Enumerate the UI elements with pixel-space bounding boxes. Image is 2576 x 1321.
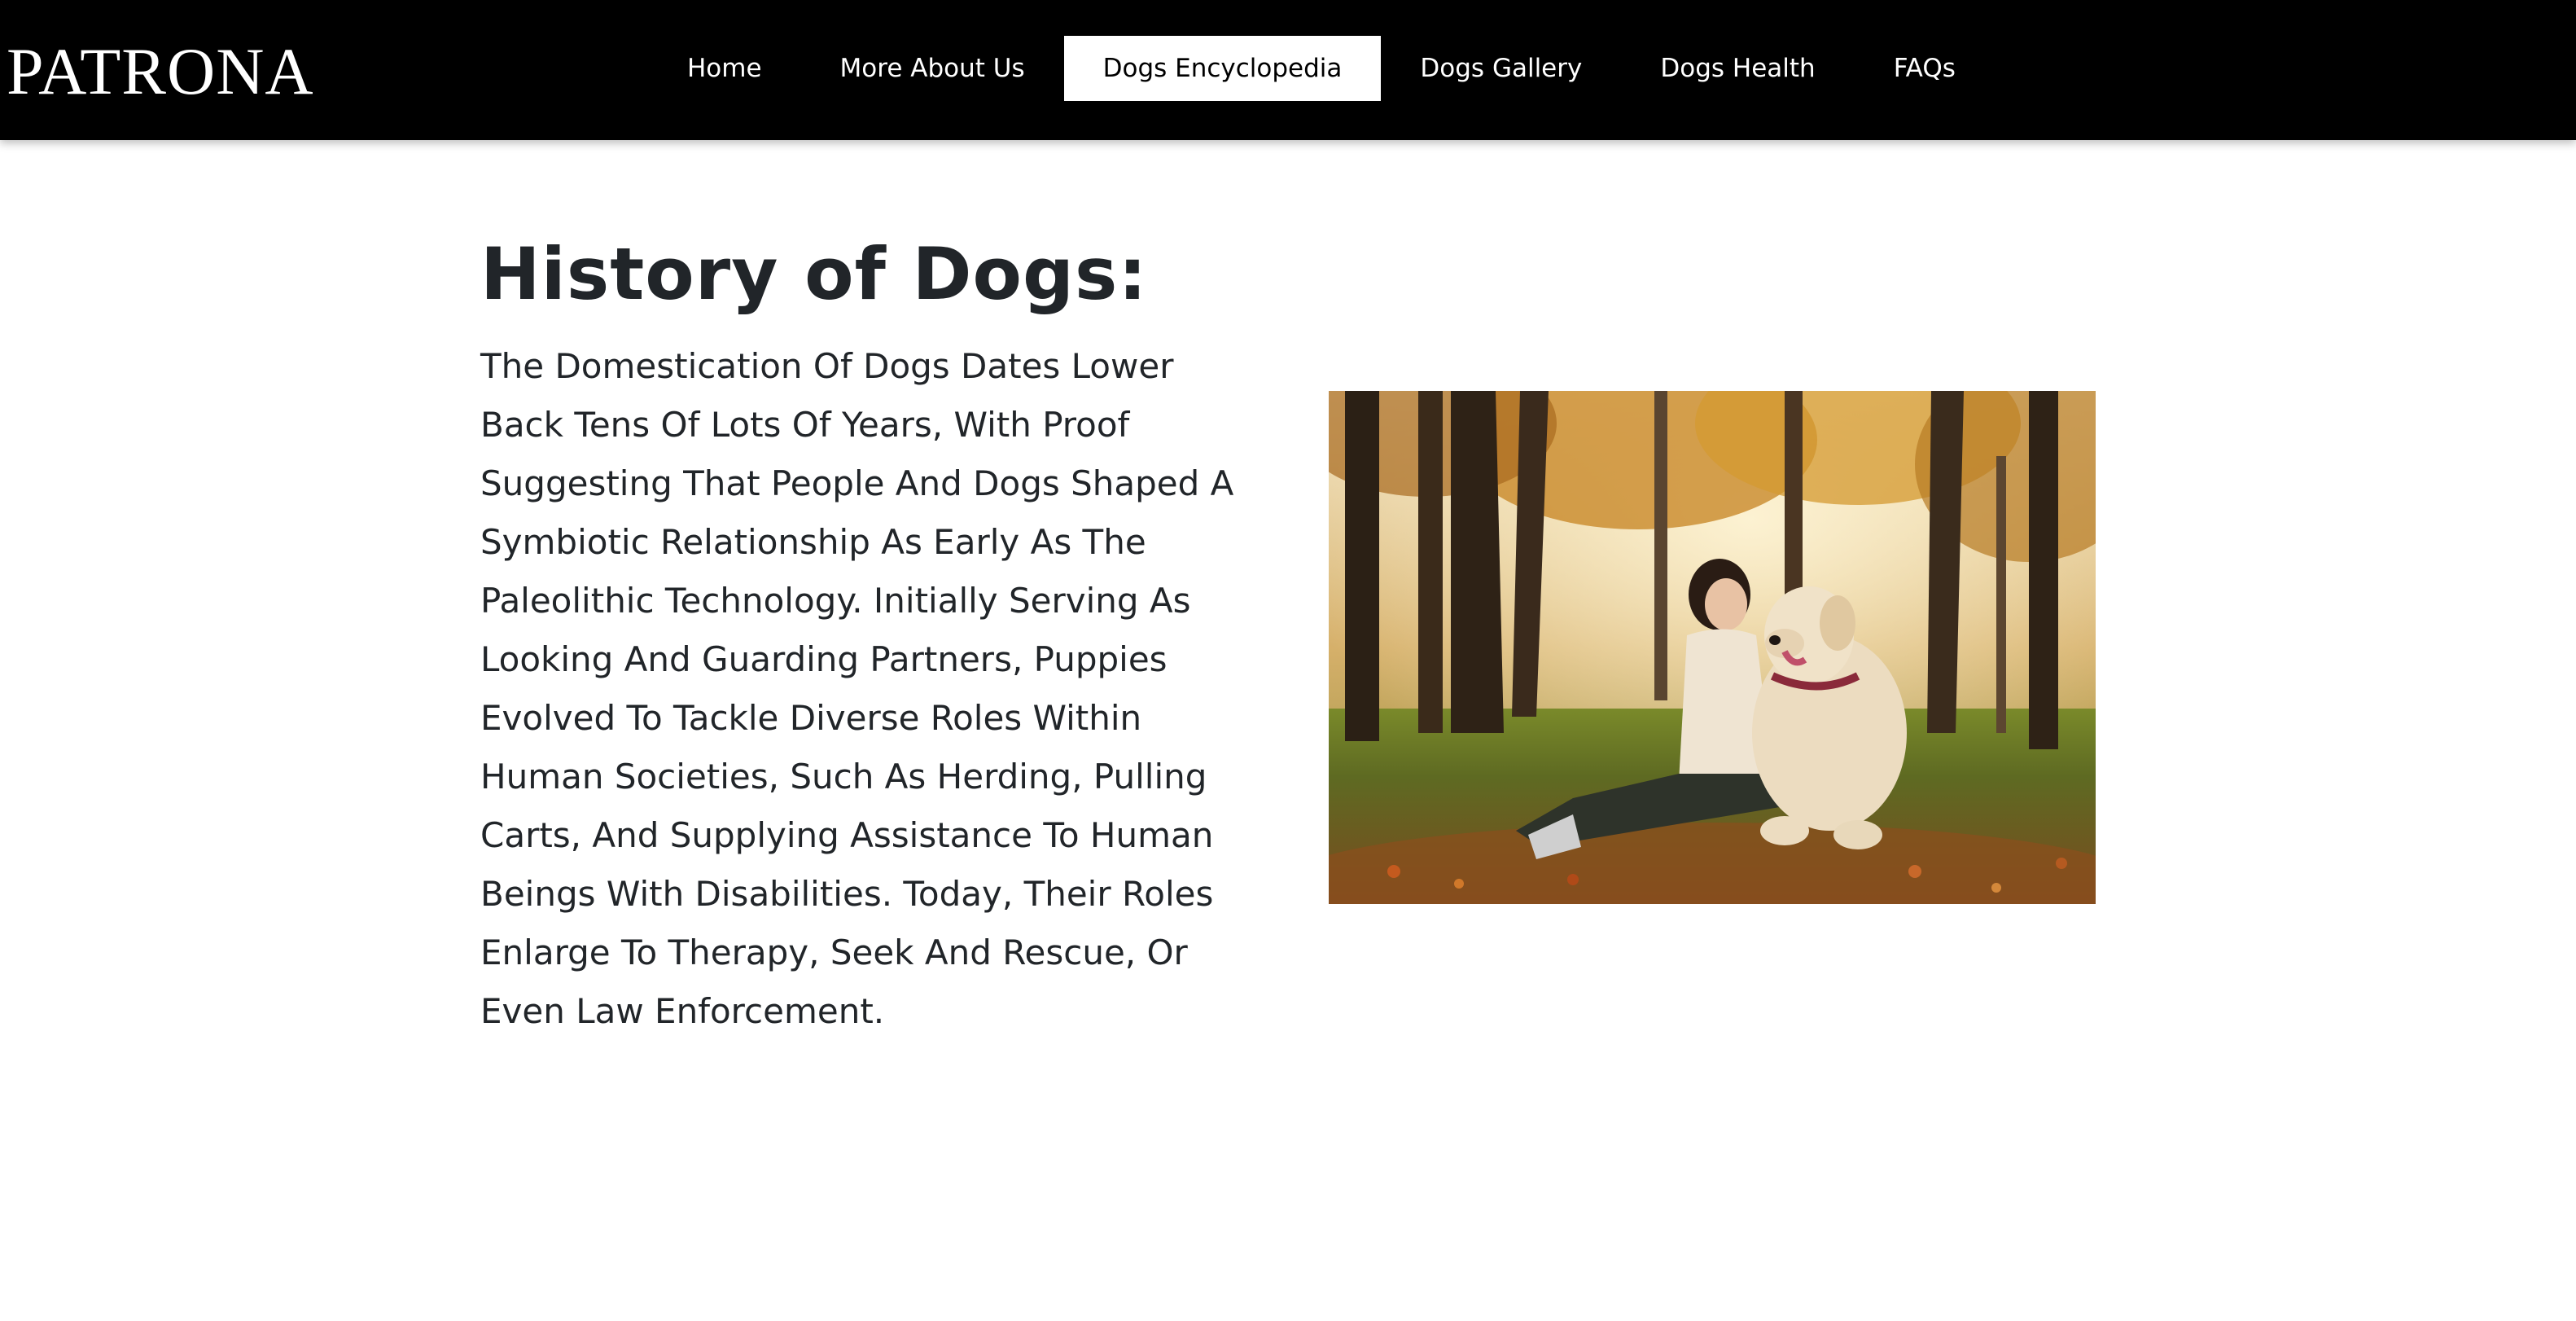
navbar: PATRONA Home More About Us Dogs Encyclop… — [0, 0, 2576, 140]
page-title: History of Dogs: — [480, 232, 1148, 316]
nav-item-dogs-health[interactable]: Dogs Health — [1621, 36, 1854, 101]
nav-item-dogs-gallery[interactable]: Dogs Gallery — [1381, 36, 1621, 101]
brand-logo[interactable]: PATRONA — [7, 31, 314, 112]
nav-item-dogs-encyclopedia[interactable]: Dogs Encyclopedia — [1063, 36, 1382, 101]
nav-item-faqs[interactable]: FAQs — [1855, 36, 1995, 101]
photo-illustration — [1329, 391, 2096, 904]
nav-item-home[interactable]: Home — [648, 36, 801, 101]
nav-menu: Home More About Us Dogs Encyclopedia Dog… — [648, 36, 1995, 101]
woman-with-dog-photo — [1329, 391, 2096, 904]
history-paragraph: The Domestication Of Dogs Dates Lower Ba… — [480, 346, 1234, 1031]
nav-item-more-about-us[interactable]: More About Us — [801, 36, 1064, 101]
